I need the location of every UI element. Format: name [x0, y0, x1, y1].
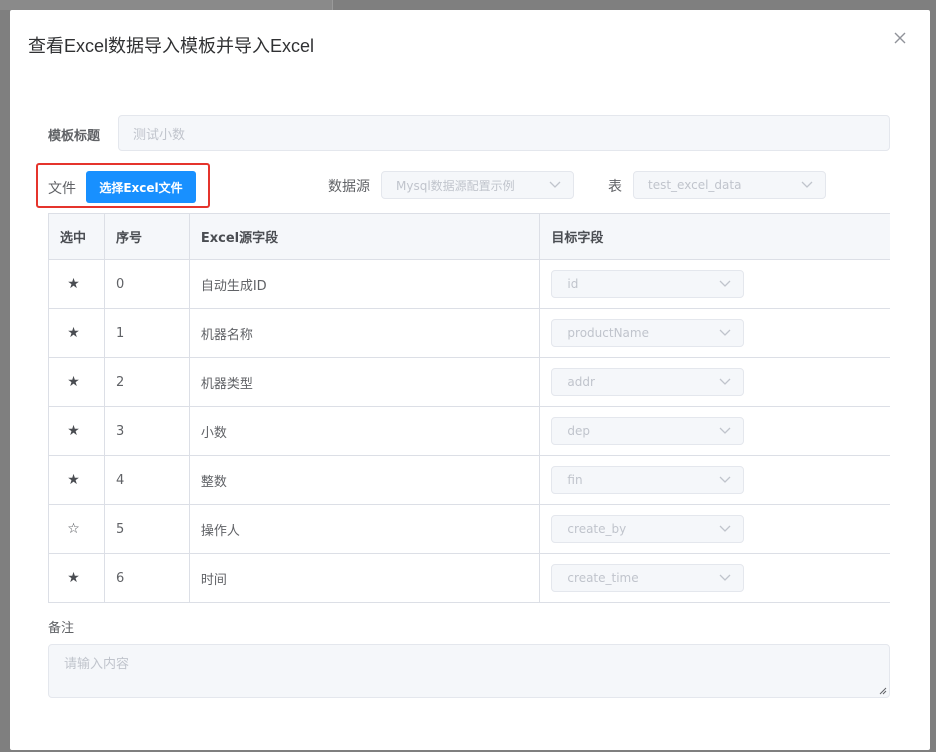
datasource-select[interactable]: Mysql数据源配置示例 — [381, 171, 574, 199]
table-row: ☆ 5 操作人 create_by — [49, 505, 890, 554]
row-index: 5 — [105, 505, 190, 553]
chevron-down-icon — [719, 329, 731, 336]
table-select[interactable]: test_excel_data — [633, 171, 826, 199]
target-field-value: create_time — [567, 571, 639, 585]
star-outline-icon[interactable]: ☆ — [67, 522, 80, 536]
datasource-value: Mysql数据源配置示例 — [396, 178, 515, 193]
table-row: ★ 0 自动生成ID id — [49, 260, 890, 309]
resize-grip-icon[interactable] — [879, 687, 887, 695]
column-header-source-field: Excel源字段 — [190, 214, 541, 259]
target-field-select[interactable]: dep — [551, 417, 745, 445]
source-field: 整数 — [190, 456, 541, 504]
target-field-select[interactable]: id — [551, 270, 745, 298]
source-field: 操作人 — [190, 505, 541, 553]
chevron-down-icon — [719, 525, 731, 532]
chevron-down-icon — [719, 280, 731, 287]
target-field-value: dep — [567, 424, 591, 438]
target-field-value: create_by — [567, 522, 627, 536]
file-label: 文件 — [48, 181, 76, 197]
source-field: 机器类型 — [190, 358, 541, 406]
field-mapping-table: 选中 序号 Excel源字段 目标字段 ★ 0 自动生成ID id ★ 1 机器… — [48, 213, 890, 603]
source-field: 小数 — [190, 407, 541, 455]
row-index: 4 — [105, 456, 190, 504]
column-header-index: 序号 — [105, 214, 190, 259]
table-value: test_excel_data — [648, 178, 742, 192]
template-title-input[interactable]: 测试小数 — [118, 115, 890, 151]
chevron-down-icon — [719, 378, 731, 385]
datasource-label: 数据源 — [328, 179, 370, 195]
target-field-value: productName — [567, 326, 649, 340]
dialog-title: 查看Excel数据导入模板并导入Excel — [28, 36, 315, 56]
import-dialog: 查看Excel数据导入模板并导入Excel 模板标题 测试小数 文件 选择Exc… — [10, 10, 930, 750]
chevron-down-icon — [549, 181, 561, 188]
table-header-row: 选中 序号 Excel源字段 目标字段 — [49, 214, 890, 260]
target-field-select[interactable]: addr — [551, 368, 745, 396]
chevron-down-icon — [719, 574, 731, 581]
target-field-value: addr — [567, 375, 595, 389]
template-title-value: 测试小数 — [133, 127, 186, 143]
table-row: ★ 4 整数 fin — [49, 456, 890, 505]
star-icon[interactable]: ★ — [67, 277, 80, 291]
choose-excel-file-button[interactable]: 选择Excel文件 — [86, 171, 196, 203]
source-field: 时间 — [190, 554, 541, 602]
chevron-down-icon — [801, 181, 813, 188]
remark-label: 备注 — [48, 621, 75, 636]
table-row: ★ 3 小数 dep — [49, 407, 890, 456]
row-index: 2 — [105, 358, 190, 406]
star-icon[interactable]: ★ — [67, 326, 80, 340]
row-index: 1 — [105, 309, 190, 357]
table-row: ★ 6 时间 create_time — [49, 554, 890, 603]
remark-textarea[interactable]: 请输入内容 — [48, 644, 890, 698]
source-field: 自动生成ID — [190, 260, 541, 308]
table-label: 表 — [608, 179, 622, 195]
star-icon[interactable]: ★ — [67, 375, 80, 389]
target-field-select[interactable]: fin — [551, 466, 745, 494]
target-field-select[interactable]: create_by — [551, 515, 745, 543]
background-page-strip — [0, 0, 333, 10]
table-row: ★ 2 机器类型 addr — [49, 358, 890, 407]
target-field-select[interactable]: productName — [551, 319, 745, 347]
row-index: 6 — [105, 554, 190, 602]
row-index: 0 — [105, 260, 190, 308]
column-header-target-field: 目标字段 — [551, 231, 604, 246]
source-field: 机器名称 — [190, 309, 541, 357]
target-field-select[interactable]: create_time — [551, 564, 745, 592]
target-field-value: fin — [567, 473, 583, 487]
remark-placeholder: 请输入内容 — [64, 657, 130, 672]
star-icon[interactable]: ★ — [67, 473, 80, 487]
target-field-value: id — [567, 277, 579, 291]
column-header-selected: 选中 — [49, 214, 105, 259]
chevron-down-icon — [719, 427, 731, 434]
template-title-label: 模板标题 — [48, 129, 101, 144]
table-row: ★ 1 机器名称 productName — [49, 309, 890, 358]
row-index: 3 — [105, 407, 190, 455]
close-icon[interactable] — [892, 30, 908, 46]
star-icon[interactable]: ★ — [67, 424, 80, 438]
star-icon[interactable]: ★ — [67, 571, 80, 585]
chevron-down-icon — [719, 476, 731, 483]
